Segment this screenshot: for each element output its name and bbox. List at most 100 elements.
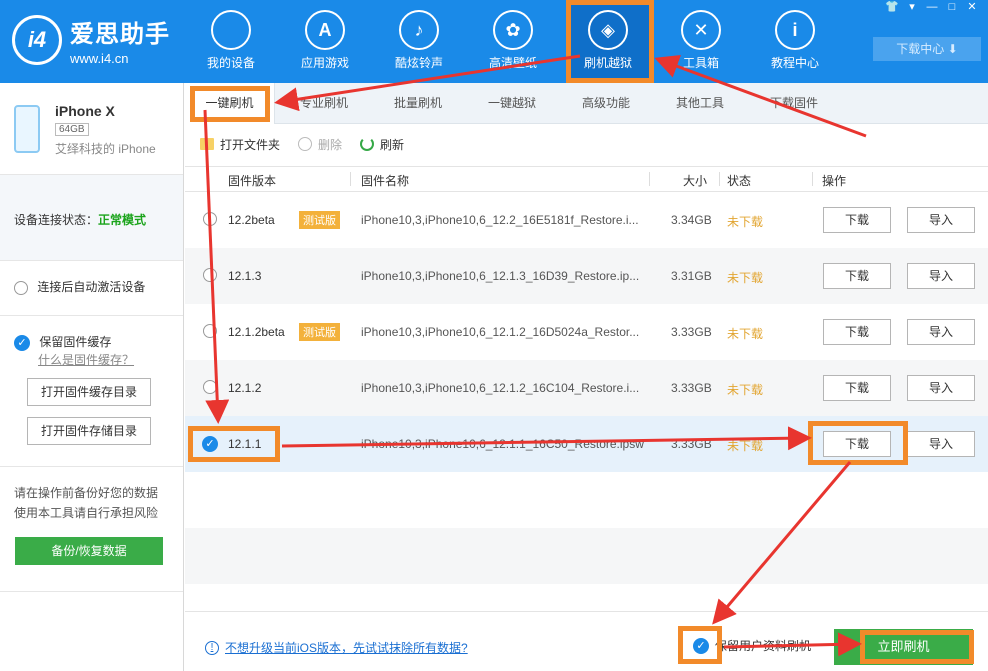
radio-icon[interactable] (203, 212, 217, 226)
nav-toolbox[interactable]: ✕ 工具箱 (656, 0, 746, 83)
firmware-status: 未下载 (727, 439, 764, 453)
tab-one-click-flash[interactable]: 一键刷机 (185, 83, 275, 124)
delete-label: 删除 (318, 137, 343, 152)
keep-data-label: 保留用户资料刷机 (715, 639, 812, 653)
download-button[interactable]: 下载 (823, 207, 891, 233)
open-cache-dir-button[interactable]: 打开固件缓存目录 (27, 378, 151, 406)
app-title: 爱思助手 (70, 21, 170, 48)
download-button[interactable]: 下载 (823, 263, 891, 289)
backup-restore-button[interactable]: 备份/恢复数据 (15, 537, 163, 565)
help-text: 不想升级当前iOS版本，先试试抹除所有数据? (225, 641, 468, 655)
import-button[interactable]: 导入 (907, 375, 975, 401)
firmware-version: 12.1.2beta (228, 325, 285, 339)
nav-label: 刷机越狱 (583, 56, 632, 70)
skin-icon[interactable]: 👕 (882, 0, 902, 14)
nav-wallpapers[interactable]: ✿ 高清壁纸 (468, 0, 558, 83)
iphone-icon (14, 105, 40, 153)
sidebar: iPhone X 64GB 艾绎科技的 iPhone 设备连接状态：正常模式 连… (0, 83, 184, 671)
sub-tabs: 一键刷机 专业刷机 批量刷机 一键越狱 高级功能 其他工具 下载固件 (185, 83, 988, 124)
erase-data-link[interactable]: ! 不想升级当前iOS版本，先试试抹除所有数据? (205, 639, 468, 656)
nav-label: 工具箱 (682, 56, 719, 70)
box-icon: ◈ (588, 10, 628, 50)
nav-label: 酷炫铃声 (394, 56, 443, 70)
refresh-icon (360, 137, 375, 151)
table-row[interactable]: 12.1.2 iPhone10,3,iPhone10,6_12.1.2_16C1… (185, 360, 988, 416)
radio-icon[interactable] (203, 268, 217, 282)
nav-flash-jailbreak[interactable]: ◈ 刷机越狱 (566, 0, 650, 83)
maximize-icon[interactable]: □ (942, 0, 962, 14)
flash-now-button[interactable]: 立即刷机 (834, 629, 973, 665)
check-icon[interactable]: ✓ (693, 637, 709, 654)
open-storage-dir-button[interactable]: 打开固件存储目录 (27, 417, 151, 445)
what-is-cache-link[interactable]: 什么是固件缓存？ (38, 351, 134, 368)
radio-icon[interactable] (203, 380, 217, 394)
device-capacity: 64GB (55, 123, 89, 136)
tab-advanced[interactable]: 高级功能 (561, 83, 651, 124)
tab-download-firmware[interactable]: 下载固件 (749, 83, 839, 124)
import-button[interactable]: 导入 (907, 319, 975, 345)
firmware-size: 3.31GB (671, 269, 712, 283)
delete-button[interactable]: 删除 (298, 136, 342, 153)
flower-icon: ✿ (493, 10, 533, 50)
device-name: iPhone X (55, 103, 115, 119)
app-header: i4 爱思助手 www.i4.cn 我的设备 A 应用游戏 ♪ 酷炫铃声 ✿ 高… (0, 0, 988, 83)
table-row[interactable]: 12.1.3 iPhone10,3,iPhone10,6_12.1.3_16D3… (185, 248, 988, 304)
download-button[interactable]: 下载 (823, 431, 891, 457)
minimize-icon[interactable]: — (922, 0, 942, 14)
nav-label: 教程中心 (770, 56, 819, 70)
nav-tutorials[interactable]: i 教程中心 (750, 0, 840, 83)
keep-firmware-label: 保留固件缓存 (39, 335, 112, 349)
check-icon[interactable]: ✓ (14, 334, 30, 351)
risk-warning: 请在操作前备份好您的数据 使用本工具请自行承担风险 (14, 483, 158, 523)
nav-label: 高清壁纸 (488, 56, 537, 70)
window-controls: 👕 ▾ — □ ✕ (882, 0, 982, 14)
app-store-icon: A (305, 10, 345, 50)
import-button[interactable]: 导入 (907, 263, 975, 289)
bell-icon: ♪ (399, 10, 439, 50)
nav-ringtones[interactable]: ♪ 酷炫铃声 (374, 0, 464, 83)
firmware-size: 3.34GB (671, 213, 712, 227)
divider (812, 172, 813, 186)
firmware-name: iPhone10,3,iPhone10,6_12.1.2_16D5024a_Re… (361, 325, 640, 339)
refresh-button[interactable]: 刷新 (360, 136, 404, 153)
nav-apps-games[interactable]: A 应用游戏 (280, 0, 370, 83)
import-button[interactable]: 导入 (907, 207, 975, 233)
keep-firmware-option[interactable]: ✓ 保留固件缓存 (14, 333, 111, 351)
status-label: 设备连接状态： (14, 213, 99, 227)
nav-label: 应用游戏 (300, 56, 349, 70)
tab-jailbreak[interactable]: 一键越狱 (467, 83, 557, 124)
check-icon[interactable]: ✓ (202, 436, 218, 452)
table-row[interactable]: 12.1.2beta 测试版 iPhone10,3,iPhone10,6_12.… (185, 304, 988, 360)
firmware-status: 未下载 (727, 327, 764, 341)
table-row-selected[interactable]: ✓ 12.1.1 iPhone10,3,iPhone10,6_12.1.1_16… (185, 416, 988, 472)
firmware-name: iPhone10,3,iPhone10,6_12.1.3_16D39_Resto… (361, 269, 640, 283)
divider (0, 466, 183, 467)
empty-row (185, 528, 988, 584)
tab-pro-flash[interactable]: 专业刷机 (279, 83, 369, 124)
keep-data-option[interactable]: ✓ 保留用户资料刷机 (693, 637, 811, 654)
radio-icon[interactable] (203, 324, 217, 338)
menu-icon[interactable]: ▾ (902, 0, 922, 14)
open-folder-button[interactable]: 打开文件夹 (200, 136, 280, 153)
device-owner: 艾绎科技的 iPhone (55, 142, 156, 156)
nav-my-device[interactable]: 我的设备 (186, 0, 276, 83)
auto-activate-label: 连接后自动激活设备 (37, 280, 146, 294)
table-row[interactable]: 12.2beta 测试版 iPhone10,3,iPhone10,6_12.2_… (185, 192, 988, 248)
status-value: 正常模式 (98, 213, 147, 227)
open-folder-label: 打开文件夹 (220, 137, 281, 152)
auto-activate-option[interactable]: 连接后自动激活设备 (14, 278, 145, 295)
download-button[interactable]: 下载 (823, 375, 891, 401)
download-center-button[interactable]: 下载中心 ⬇ (873, 37, 981, 61)
download-button[interactable]: 下载 (823, 319, 891, 345)
tools-icon: ✕ (681, 10, 721, 50)
tab-other-tools[interactable]: 其他工具 (655, 83, 745, 124)
col-name: 固件名称 (361, 174, 410, 188)
close-icon[interactable]: ✕ (962, 0, 982, 14)
radio-icon[interactable] (14, 280, 28, 295)
col-size: 大小 (683, 174, 708, 188)
import-button[interactable]: 导入 (907, 431, 975, 457)
tab-batch-flash[interactable]: 批量刷机 (373, 83, 463, 124)
nav-label: 我的设备 (206, 56, 255, 70)
divider (0, 315, 183, 316)
firmware-status: 未下载 (727, 215, 764, 229)
